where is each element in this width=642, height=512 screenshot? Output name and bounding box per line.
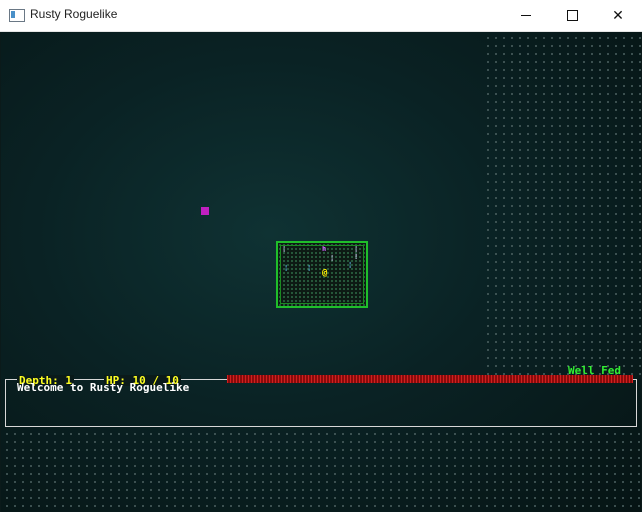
monster-glyph: h [322, 245, 327, 253]
item-glyph: ¦ [307, 264, 312, 272]
minimize-button[interactable] [503, 0, 549, 31]
player-glyph: @ [322, 268, 328, 278]
close-icon: ✕ [612, 7, 624, 24]
window-titlebar[interactable]: Rusty Roguelike ✕ [0, 0, 642, 32]
close-button[interactable]: ✕ [595, 0, 641, 31]
item-glyph: ¦ [354, 245, 359, 253]
maximize-button[interactable] [549, 0, 595, 31]
maximize-icon [566, 10, 578, 21]
game-viewport[interactable]: ¦ h ¦ ¦ ¦ ¦ ¦ ! @ Depth: 1 HP: 10 / 10 W… [1, 32, 641, 512]
item-glyph: ¦ [284, 264, 289, 272]
remembered-floor-right [482, 32, 641, 376]
visible-room: ¦ h ¦ ¦ ¦ ¦ ¦ ! @ [276, 241, 368, 308]
hunger-status: Well Fed [568, 364, 621, 377]
item-scroll-glyph: ¦ [282, 245, 287, 253]
log-message: Welcome to Rusty Roguelike [17, 381, 190, 394]
minimize-icon [521, 15, 531, 16]
app-window-icon [9, 9, 25, 22]
remembered-floor-bottom [1, 428, 641, 512]
item-glyph: ¦ [348, 261, 353, 269]
item-glyph: ¦ [330, 254, 335, 262]
potion-glyph: ! [354, 253, 359, 261]
magic-item-marker [201, 207, 209, 215]
window-title: Rusty Roguelike [30, 7, 118, 21]
